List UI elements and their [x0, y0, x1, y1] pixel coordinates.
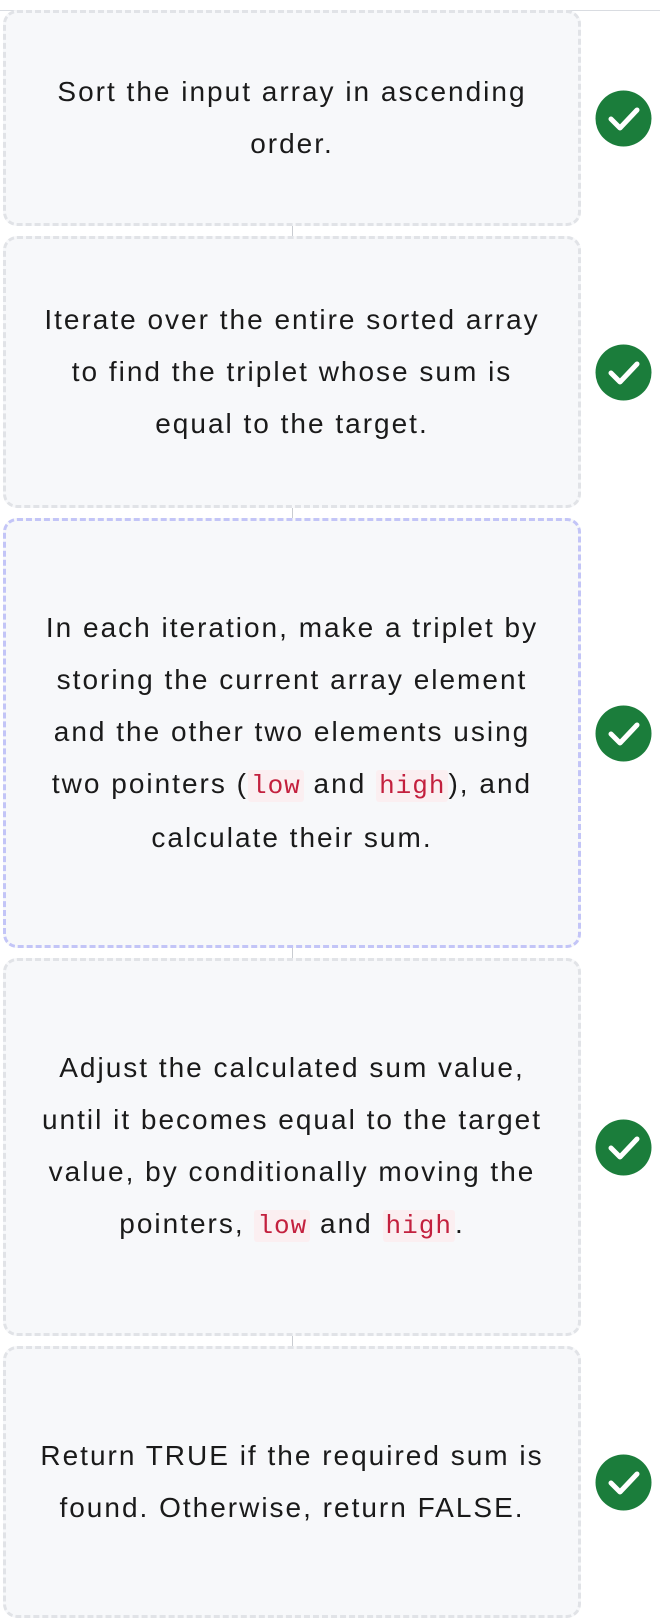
step-card-return[interactable]: Return TRUE if the required sum is found…: [3, 1346, 581, 1618]
step-text: Adjust the calculated sum value, until i…: [34, 1042, 550, 1252]
step-text: Return TRUE if the required sum is found…: [34, 1430, 550, 1534]
step-card-iterate[interactable]: Iterate over the entire sorted array to …: [3, 236, 581, 508]
inline-code: low: [247, 770, 304, 802]
step-card-triplet[interactable]: In each iteration, make a triplet by sto…: [3, 518, 581, 948]
step-text: In each iteration, make a triplet by sto…: [34, 602, 550, 864]
check-circle-icon: [595, 344, 652, 401]
step-connector: [292, 508, 293, 518]
step-text-segment: Iterate over the entire sorted array to …: [44, 304, 540, 439]
step-connector: [292, 948, 293, 958]
step-text-segment: and: [303, 768, 377, 799]
inline-code: high: [376, 770, 449, 802]
check-circle-icon: [595, 705, 652, 762]
check-circle-icon: [595, 1119, 652, 1176]
inline-code: low: [254, 1210, 311, 1242]
step-card-adjust[interactable]: Adjust the calculated sum value, until i…: [3, 958, 581, 1336]
step-connector: [292, 1336, 293, 1346]
step-text-segment: Return TRUE if the required sum is found…: [40, 1440, 544, 1523]
inline-code: high: [382, 1210, 455, 1242]
step-connector: [292, 226, 293, 236]
step-card-sort[interactable]: Sort the input array in ascending order.: [3, 10, 581, 226]
step-text-segment: and: [310, 1208, 383, 1239]
step-text-segment: .: [454, 1208, 465, 1239]
step-text-segment: Sort the input array in ascending order.: [57, 76, 527, 159]
step-text: Sort the input array in ascending order.: [34, 66, 550, 170]
step-text: Iterate over the entire sorted array to …: [34, 294, 550, 450]
check-circle-icon: [595, 90, 652, 147]
check-circle-icon: [595, 1454, 652, 1511]
